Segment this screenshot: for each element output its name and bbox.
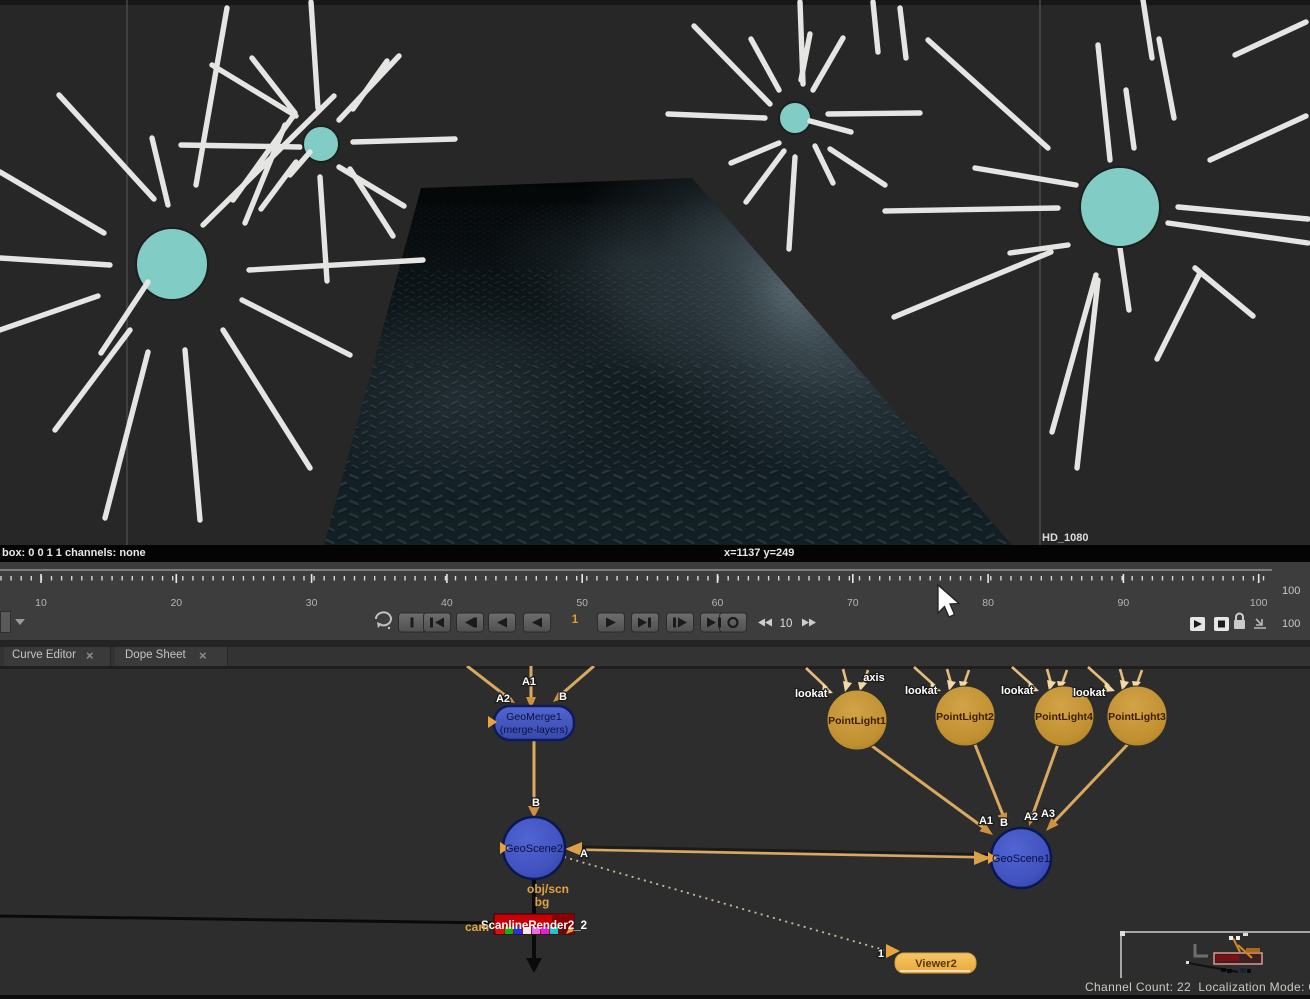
svg-text:A: A	[580, 848, 588, 860]
svg-text:A1: A1	[522, 676, 536, 688]
svg-text:A2: A2	[1024, 811, 1038, 823]
svg-text:B: B	[1000, 817, 1008, 829]
svg-text:cam: cam	[465, 920, 489, 934]
svg-text:lookat: lookat	[1073, 687, 1106, 699]
svg-text:Viewer2: Viewer2	[915, 958, 956, 970]
svg-text:Channel Count: 22 Localizatio: Channel Count: 22 Localization Mode: On	[1085, 980, 1310, 994]
svg-text:PointLight4: PointLight4	[1035, 711, 1093, 723]
svg-text:PointLight1: PointLight1	[828, 715, 886, 727]
svg-text:GeoMerge1: GeoMerge1	[506, 711, 562, 723]
svg-text:axis: axis	[863, 672, 884, 684]
svg-text:lookat: lookat	[905, 685, 938, 697]
svg-text:GeoScene2: GeoScene2	[505, 843, 563, 855]
svg-text:1: 1	[878, 948, 884, 960]
svg-text:A3: A3	[1041, 808, 1055, 820]
svg-text:PointLight3: PointLight3	[1108, 711, 1166, 723]
svg-text:obj/scn: obj/scn	[527, 882, 569, 896]
svg-text:A2: A2	[496, 693, 510, 705]
svg-text:(merge-layers): (merge-layers)	[500, 724, 568, 736]
svg-text:GeoScene1: GeoScene1	[992, 853, 1050, 865]
svg-text:lookat: lookat	[795, 688, 828, 700]
svg-text:HD_1080: HD_1080	[1042, 532, 1088, 544]
svg-text:A1: A1	[979, 815, 993, 827]
svg-text:B: B	[559, 691, 567, 703]
svg-text:lookat: lookat	[1001, 685, 1034, 697]
svg-text:B: B	[532, 797, 540, 809]
svg-text:PointLight2: PointLight2	[936, 711, 994, 723]
svg-text:ScanlineRender2_2: ScanlineRender2_2	[481, 920, 587, 932]
svg-text:bg: bg	[535, 895, 550, 909]
svg-text:10: 10	[780, 618, 793, 630]
